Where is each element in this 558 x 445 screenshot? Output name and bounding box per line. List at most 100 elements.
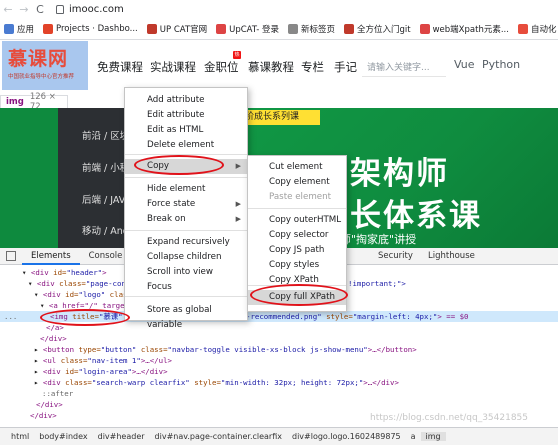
lock-icon [56,5,64,14]
bookmark-label: 应用 [17,25,35,35]
crumb-anchor[interactable]: a [406,432,421,441]
bookmark-favicon-icon [216,24,227,34]
copy-submenu: Cut element Copy element Paste element Copy… [247,155,347,312]
bookmark-item[interactable]: 应用 [4,23,34,35]
crumb-img[interactable]: img [420,432,446,441]
nav-columns[interactable]: 专栏 [301,59,324,75]
copy-menu-item-paste-element: Paste element [248,190,346,205]
tab-elements[interactable]: Elements [22,248,80,265]
copy-menu-item-label: Copy JS path [269,245,325,255]
menu-item-force-state[interactable]: Force state ▶ [125,197,247,212]
menu-item-add-attribute[interactable]: Add attribute [125,93,247,108]
menu-item-break-on[interactable]: Break on ▶ [125,212,247,227]
logo-main-text: 慕课网 [8,48,69,70]
bookmark-favicon-icon [344,24,355,34]
submenu-arrow-icon: ▶ [235,200,241,208]
copy-menu-item-copy-js-path[interactable]: Copy JS path [248,243,346,258]
copy-menu-item-cut-element[interactable]: Cut element [248,160,346,175]
dom-node-logo-close[interactable]: </div> [0,333,558,344]
menu-item-label: Force state [147,199,196,209]
bookmarks-bar: 应用 Projects · Dashbo... UP CAT官网 UpCAT- 登录 新… [0,19,558,40]
nav-gold-jobs[interactable]: 金职位 [204,59,239,75]
hot-badge: 热 [233,51,241,59]
bookmark-item[interactable]: 新标签页 [288,23,335,35]
crumb-html[interactable]: html [6,432,34,441]
bookmark-label: 全方位入门git [357,25,411,35]
tab-lighthouse[interactable]: Lighthouse [428,248,475,265]
dom-node-search-warp[interactable]: ▸ <div class="search-warp clearfix" styl… [0,377,558,388]
bookmark-label: 自动化 [530,25,557,35]
search-tag-python[interactable]: Python [482,58,520,71]
bookmark-item[interactable]: 自动化 [517,23,557,35]
bookmark-label: UpCAT- 登录 [229,25,279,35]
banner-headline-1: 架构师 [350,156,449,192]
copy-menu-item-copy-styles[interactable]: Copy styles [248,258,346,273]
bookmark-label: Projects · Dashbo... [56,24,138,34]
copy-menu-item-label: Copy XPath [269,275,319,285]
menu-item-delete-element[interactable]: Delete element [125,138,247,153]
crumb-nav[interactable]: div#nav.page-container.clearfix [150,432,287,441]
nav-tutorials[interactable]: 慕课教程 [248,59,294,75]
forward-icon[interactable]: → [16,3,32,16]
reload-icon[interactable]: C [32,3,48,16]
bookmark-item[interactable]: Projects · Dashbo... [43,24,138,34]
copy-menu-item-label: Paste element [269,192,332,202]
bookmark-item[interactable]: UP CAT官网 [146,23,208,35]
menu-item-edit-attribute[interactable]: Edit attribute [125,108,247,123]
category-item-frontier[interactable]: 前沿 / 区块 [82,128,129,142]
inspect-element-icon[interactable] [6,251,16,261]
banner-headline-2: 长体系课 [350,198,482,234]
copy-menu-item-label: Copy full XPath [269,292,335,302]
copy-menu-item-copy-full-xpath[interactable]: Copy full XPath [248,290,346,305]
url-field[interactable]: imooc.com [56,4,124,15]
copy-menu-item-label: Copy styles [269,260,320,270]
nav-free-courses[interactable]: 免费课程 [97,59,143,75]
crumb-body[interactable]: body#index [34,432,92,441]
copy-menu-item-copy-element[interactable]: Copy element [248,175,346,190]
nav-notes[interactable]: 手记 [334,59,357,75]
search-input[interactable]: 请输入关键字... [362,55,446,77]
menu-separator [125,177,247,178]
category-item-backend[interactable]: 后端 / JAV [82,192,125,206]
dom-node-anchor-close[interactable]: </a> [0,322,558,333]
crumb-logo[interactable]: div#logo.logo.1602489875 [287,432,406,441]
bookmark-label: UP CAT官网 [159,25,208,35]
bookmark-favicon-icon [146,24,157,34]
inspect-tooltip: img 126 × 72 [0,92,68,112]
bookmark-item[interactable]: 全方位入门git [344,23,411,35]
site-header: 慕课网 中国就业指导中心官方推荐 免费课程 实战课程 金职位 热 慕课教程 专栏… [0,40,558,90]
bookmark-favicon-icon [4,24,14,34]
dom-node-after[interactable]: ::after [0,388,558,399]
menu-item-collapse-children[interactable]: Collapse children [125,250,247,265]
tab-security[interactable]: Security [378,248,413,265]
dom-node-img-selected[interactable]: ... <img title="慕课" -recommended.png" st… [0,311,558,322]
menu-item-scroll-into-view[interactable]: Scroll into view [125,265,247,280]
menu-item-hide-element[interactable]: Hide element [125,182,247,197]
dom-node-nav-ul[interactable]: ▸ <ul class="nav-item 1">…</ul> [0,355,558,366]
copy-menu-item-copy-selector[interactable]: Copy selector [248,228,346,243]
dom-node-button[interactable]: ▸ <button type="button" class="navbar-to… [0,344,558,355]
url-text[interactable]: imooc.com [69,4,124,15]
menu-item-focus[interactable]: Focus [125,280,247,295]
site-logo[interactable]: 慕课网 中国就业指导中心官方推荐 [2,41,88,90]
menu-item-store-as-global-variable[interactable]: Store as global variable [125,303,247,330]
menu-item-copy[interactable]: Copy ▶ [125,159,247,174]
menu-item-edit-as-html[interactable]: Edit as HTML [125,123,247,138]
bookmark-label: 新标签页 [301,25,336,35]
menu-separator [125,154,247,155]
dom-node-close-1[interactable]: </div> [0,399,558,410]
menu-separator [125,296,247,297]
bookmark-item[interactable]: web端Xpath元素... [419,23,509,35]
search-tag-vue[interactable]: Vue [454,58,475,71]
menu-item-expand-recursively[interactable]: Expand recursively [125,235,247,250]
menu-item-label: Focus [147,282,172,292]
nav-practical-courses[interactable]: 实战课程 [150,59,196,75]
dom-node-login-area[interactable]: ▸ <div id="login-area">…</div> [0,366,558,377]
bookmark-item[interactable]: UpCAT- 登录 [216,23,279,35]
bookmark-favicon-icon [419,24,430,34]
crumb-header[interactable]: div#header [93,432,150,441]
category-item-frontend[interactable]: 前端 / 小程 [82,160,129,174]
copy-menu-item-copy-outerhtml[interactable]: Copy outerHTML [248,213,346,228]
copy-menu-item-copy-xpath[interactable]: Copy XPath [248,273,346,288]
back-icon[interactable]: ← [0,3,16,16]
